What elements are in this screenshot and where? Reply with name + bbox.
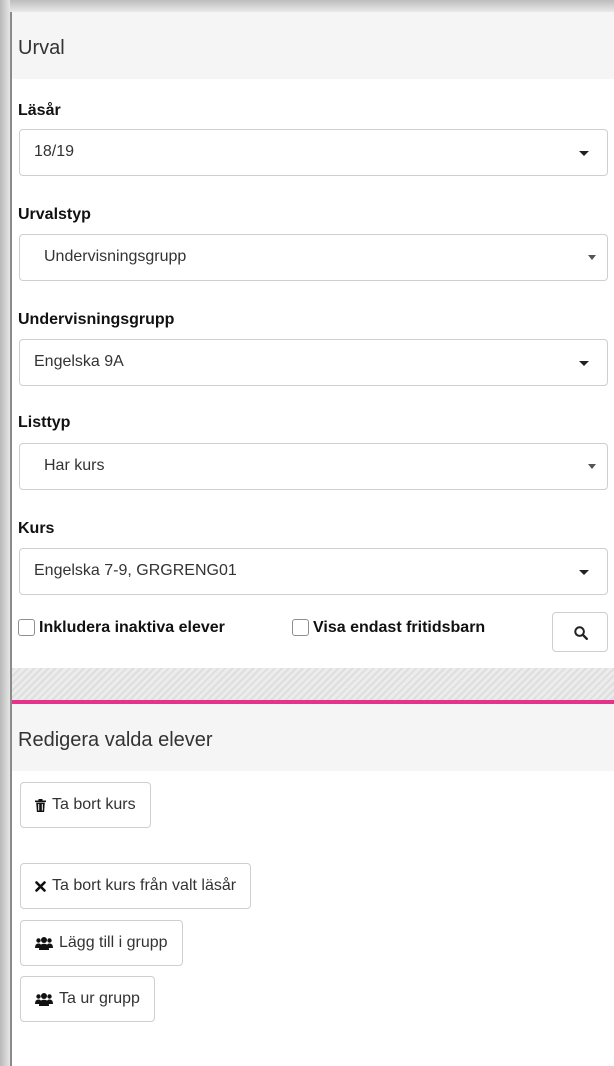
- urval-heading: Urval: [12, 12, 614, 79]
- remove-course-label: Ta bort kurs: [52, 796, 136, 813]
- undervisningsgrupp-value: Engelska 9A: [34, 353, 124, 370]
- users-icon: [35, 992, 53, 1006]
- kurs-value: Engelska 7-9, GRGRENG01: [34, 562, 237, 579]
- chevron-down-icon: [579, 361, 589, 366]
- chevron-down-icon: [579, 570, 589, 575]
- users-icon: [35, 936, 53, 950]
- include-inactive-label[interactable]: Inkludera inaktiva elever: [39, 619, 225, 637]
- lasar-label: Läsår: [18, 102, 61, 119]
- trash-icon: [35, 798, 46, 812]
- listtyp-select[interactable]: Har kurs: [19, 443, 608, 490]
- chevron-down-icon: [588, 255, 596, 260]
- filter-checkbox-row: Inkludera inaktiva elever Visa endast fr…: [18, 609, 614, 649]
- window-shadow-left: [0, 0, 10, 1066]
- urvalstyp-select[interactable]: Undervisningsgrupp: [19, 234, 608, 281]
- selection-panel: Urval Läsår 18/19 Urvalstyp Undervisning…: [10, 12, 614, 1066]
- search-icon: [574, 626, 588, 640]
- listtyp-value: Har kurs: [44, 457, 105, 474]
- chevron-down-icon: [579, 151, 589, 156]
- include-inactive-checkbox[interactable]: [18, 619, 35, 636]
- app-frame: Urval Läsår 18/19 Urvalstyp Undervisning…: [0, 0, 614, 1066]
- remove-from-group-button[interactable]: Ta ur grupp: [20, 976, 155, 1022]
- remove-course-button[interactable]: Ta bort kurs: [20, 782, 151, 828]
- undervisningsgrupp-select[interactable]: Engelska 9A: [19, 339, 608, 386]
- only-fritid-label[interactable]: Visa endast fritidsbarn: [313, 619, 485, 637]
- add-to-group-button[interactable]: Lägg till i grupp: [20, 920, 183, 966]
- only-fritid-checkbox[interactable]: [292, 619, 309, 636]
- lasar-value: 18/19: [34, 143, 75, 160]
- remove-from-group-label: Ta ur grupp: [59, 990, 140, 1007]
- remove-course-year-label: Ta bort kurs från valt läsår: [52, 877, 237, 894]
- urvalstyp-value: Undervisningsgrupp: [44, 248, 187, 265]
- kurs-label: Kurs: [18, 520, 55, 537]
- add-to-group-label: Lägg till i grupp: [59, 934, 168, 951]
- window-shadow-top: [0, 0, 614, 12]
- chevron-down-icon: [588, 464, 596, 469]
- kurs-select[interactable]: Engelska 7-9, GRGRENG01: [19, 548, 608, 595]
- search-button[interactable]: [552, 612, 608, 652]
- urvalstyp-label: Urvalstyp: [18, 206, 91, 223]
- section-divider: [12, 668, 614, 700]
- remove-course-year-button[interactable]: Ta bort kurs från valt läsår: [20, 863, 252, 909]
- listtyp-label: Listtyp: [18, 414, 71, 431]
- redigera-heading: Redigera valda elever: [12, 704, 614, 771]
- close-icon: [35, 880, 46, 892]
- undervisningsgrupp-label: Undervisningsgrupp: [18, 311, 175, 328]
- lasar-select[interactable]: 18/19: [19, 129, 608, 176]
